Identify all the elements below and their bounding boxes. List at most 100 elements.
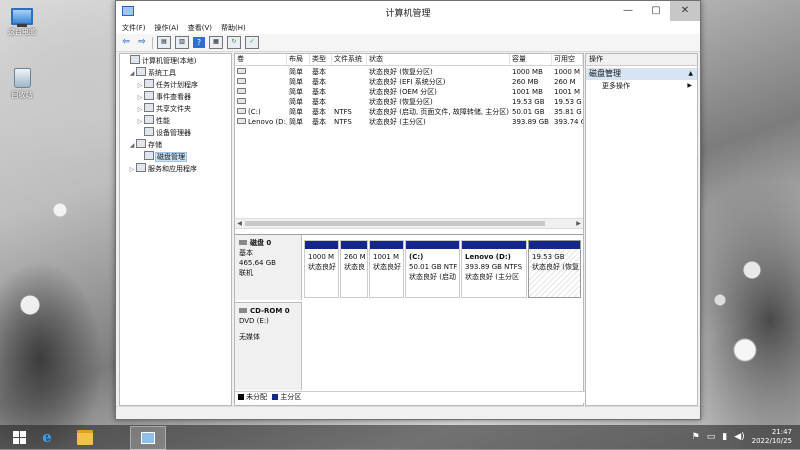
up-level-icon[interactable]: ▤ bbox=[157, 36, 171, 49]
column-header-free-space[interactable]: 可用空 bbox=[552, 54, 583, 65]
disk-0-info[interactable]: 磁盘 0 基本 465.64 GB 联机 bbox=[235, 235, 302, 300]
tree-item-system-tools[interactable]: ◢ 系统工具 bbox=[120, 67, 231, 79]
column-header-capacity[interactable]: 容量 bbox=[510, 54, 552, 65]
horizontal-scrollbar[interactable]: ◀ ▶ bbox=[235, 218, 583, 229]
column-header-type[interactable]: 类型 bbox=[310, 54, 332, 65]
table-row[interactable]: 简单 基本 状态良好 (OEM 分区) 1001 MB 1001 M bbox=[235, 87, 583, 97]
hard-disk-icon bbox=[239, 240, 247, 245]
menu-bar: 文件(F) 操作(A) 查看(V) 帮助(H) bbox=[116, 21, 700, 34]
partition-status: 状态良好 (主分区 bbox=[465, 273, 519, 281]
minimize-button[interactable]: — bbox=[614, 1, 642, 21]
drive-icon bbox=[237, 88, 246, 94]
table-row[interactable]: 简单 基本 状态良好 (EFI 系统分区) 260 MB 260 M bbox=[235, 77, 583, 87]
partition-size: 260 M bbox=[344, 253, 366, 261]
column-header-file-system[interactable]: 文件系统 bbox=[332, 54, 367, 65]
partition-block[interactable]: 1001 M 状态良好 bbox=[369, 240, 404, 298]
table-row[interactable]: Lenovo (D:) 简单 基本 NTFS 状态良好 (主分区) 393.89… bbox=[235, 117, 583, 127]
disk-name: 磁盘 0 bbox=[250, 239, 272, 247]
properties-icon[interactable]: ✓ bbox=[245, 36, 259, 49]
tree-item-label: 设备管理器 bbox=[156, 129, 191, 137]
table-row[interactable]: (C:) 简单 基本 NTFS 状态良好 (启动, 页面文件, 故障转储, 主分… bbox=[235, 107, 583, 117]
more-actions-label: 更多操作 bbox=[602, 82, 630, 90]
volume-layout: 简单 bbox=[289, 98, 303, 106]
volume-layout: 简单 bbox=[289, 118, 303, 126]
forward-arrow-icon[interactable]: ⇨ bbox=[136, 37, 148, 48]
flag-icon[interactable]: ⚑ bbox=[692, 432, 700, 442]
tree-item-performance[interactable]: ▷ 性能 bbox=[120, 115, 231, 127]
cdrom-icon bbox=[239, 308, 247, 313]
volume-icon[interactable]: ◀) bbox=[734, 432, 744, 442]
disk-type: 基本 bbox=[239, 249, 253, 257]
clock-date: 2022/10/25 bbox=[751, 437, 792, 445]
tree-item-device-manager[interactable]: 设备管理器 bbox=[120, 127, 231, 139]
title-bar[interactable]: 计算机管理 — ▢ ✕ bbox=[116, 1, 700, 21]
menu-action[interactable]: 操作(A) bbox=[155, 23, 179, 33]
expand-arrow-icon[interactable]: ▷ bbox=[128, 164, 136, 176]
maximize-button[interactable]: ▢ bbox=[642, 1, 670, 21]
tree-item-computer-management[interactable]: 计算机管理(本地) bbox=[120, 55, 231, 67]
internet-explorer-button[interactable]: e bbox=[28, 426, 66, 448]
performance-icon bbox=[144, 115, 154, 124]
volume-status: 状态良好 (恢复分区) bbox=[369, 68, 433, 76]
collapse-caret-icon[interactable]: ▲ bbox=[688, 68, 693, 80]
computer-management-taskbar-button[interactable] bbox=[130, 426, 166, 450]
network-icon[interactable]: ▮ bbox=[722, 432, 727, 442]
volume-type: 基本 bbox=[312, 68, 326, 76]
tree-item-disk-management[interactable]: 磁盘管理 bbox=[120, 151, 231, 163]
volume-type: 基本 bbox=[312, 118, 326, 126]
column-header-volume[interactable]: 卷 bbox=[235, 54, 287, 65]
partition-block[interactable]: Lenovo (D:) 393.89 GB NTFS 状态良好 (主分区 bbox=[461, 240, 527, 298]
partition-block-selected[interactable]: 19.53 GB 状态良好 (恢复 bbox=[528, 240, 581, 298]
volume-file-system: NTFS bbox=[334, 108, 352, 116]
clock[interactable]: 21:47 2022/10/25 bbox=[752, 428, 800, 446]
menu-file[interactable]: 文件(F) bbox=[122, 23, 146, 33]
tree-item-storage[interactable]: ◢ 存储 bbox=[120, 139, 231, 151]
cdrom-0-info[interactable]: CD-ROM 0 DVD (E:) 无媒体 bbox=[235, 302, 302, 390]
disk-size: 465.64 GB bbox=[239, 259, 276, 267]
scroll-left-icon[interactable]: ◀ bbox=[235, 219, 244, 228]
volume-name: Lenovo (D:) bbox=[248, 118, 287, 126]
volume-status: 状态良好 (主分区) bbox=[369, 118, 426, 126]
column-header-status[interactable]: 状态 bbox=[367, 54, 510, 65]
menu-view[interactable]: 查看(V) bbox=[188, 23, 212, 33]
tree-item-task-scheduler[interactable]: ▷ 任务计划程序 bbox=[120, 79, 231, 91]
table-row[interactable]: 简单 基本 状态良好 (恢复分区) 19.53 GB 19.53 G bbox=[235, 97, 583, 107]
volume-status: 状态良好 (启动, 页面文件, 故障转储, 主分区) bbox=[369, 108, 510, 116]
tree-item-services-and-applications[interactable]: ▷ 服务和应用程序 bbox=[120, 163, 231, 175]
drive-icon bbox=[237, 118, 246, 124]
monitor-icon[interactable]: ▭ bbox=[707, 432, 716, 442]
tree-item-label: 计算机管理(本地) bbox=[142, 57, 197, 65]
actions-section-disk-management[interactable]: 磁盘管理 ▲ bbox=[586, 68, 697, 80]
volume-list-header: 卷 布局 类型 文件系统 状态 容量 可用空 bbox=[235, 54, 583, 66]
volume-free-space: 260 M bbox=[554, 78, 576, 86]
tree-item-event-viewer[interactable]: ▷ 事件查看器 bbox=[120, 91, 231, 103]
this-pc-desktop-icon[interactable]: 这台电脑 bbox=[3, 8, 41, 37]
recycle-bin-icon bbox=[13, 68, 31, 88]
partition-block[interactable]: (C:) 50.01 GB NTF 状态良好 (启动 bbox=[405, 240, 460, 298]
refresh-icon[interactable]: ↻ bbox=[227, 36, 241, 49]
show-hide-action-pane-icon[interactable]: ▦ bbox=[209, 36, 223, 49]
recycle-bin-desktop-icon[interactable]: 回收站 bbox=[3, 68, 41, 100]
submenu-arrow-icon: ▶ bbox=[687, 82, 692, 89]
column-header-layout[interactable]: 布局 bbox=[287, 54, 310, 65]
close-button[interactable]: ✕ bbox=[670, 1, 700, 21]
partition-block[interactable]: 1000 M 状态良好 bbox=[304, 240, 339, 298]
volume-file-system bbox=[332, 87, 367, 97]
tree-item-shared-folders[interactable]: ▷ 共享文件夹 bbox=[120, 103, 231, 115]
services-icon bbox=[136, 163, 146, 172]
menu-help[interactable]: 帮助(H) bbox=[221, 23, 246, 33]
volume-capacity: 1000 MB bbox=[512, 68, 543, 76]
volume-capacity: 393.89 GB bbox=[512, 118, 549, 126]
primary-partition-bar bbox=[305, 241, 338, 249]
back-arrow-icon[interactable]: ⇦ bbox=[120, 37, 132, 48]
table-row[interactable]: 简单 基本 状态良好 (恢复分区) 1000 MB 1000 M bbox=[235, 67, 583, 77]
help-icon[interactable]: ? bbox=[193, 37, 205, 48]
system-tray: ⚑ ▭ ▮ ◀) 21:47 2022/10/25 bbox=[692, 425, 800, 449]
scroll-right-icon[interactable]: ▶ bbox=[574, 219, 583, 228]
file-explorer-button[interactable] bbox=[66, 426, 104, 448]
more-actions-item[interactable]: 更多操作 ▶ bbox=[586, 80, 697, 92]
show-hide-console-tree-icon[interactable]: ▥ bbox=[175, 36, 189, 49]
scrollbar-thumb[interactable] bbox=[245, 221, 545, 226]
partition-size: 1000 M bbox=[308, 253, 335, 261]
partition-block[interactable]: 260 M 状态良 bbox=[340, 240, 368, 298]
